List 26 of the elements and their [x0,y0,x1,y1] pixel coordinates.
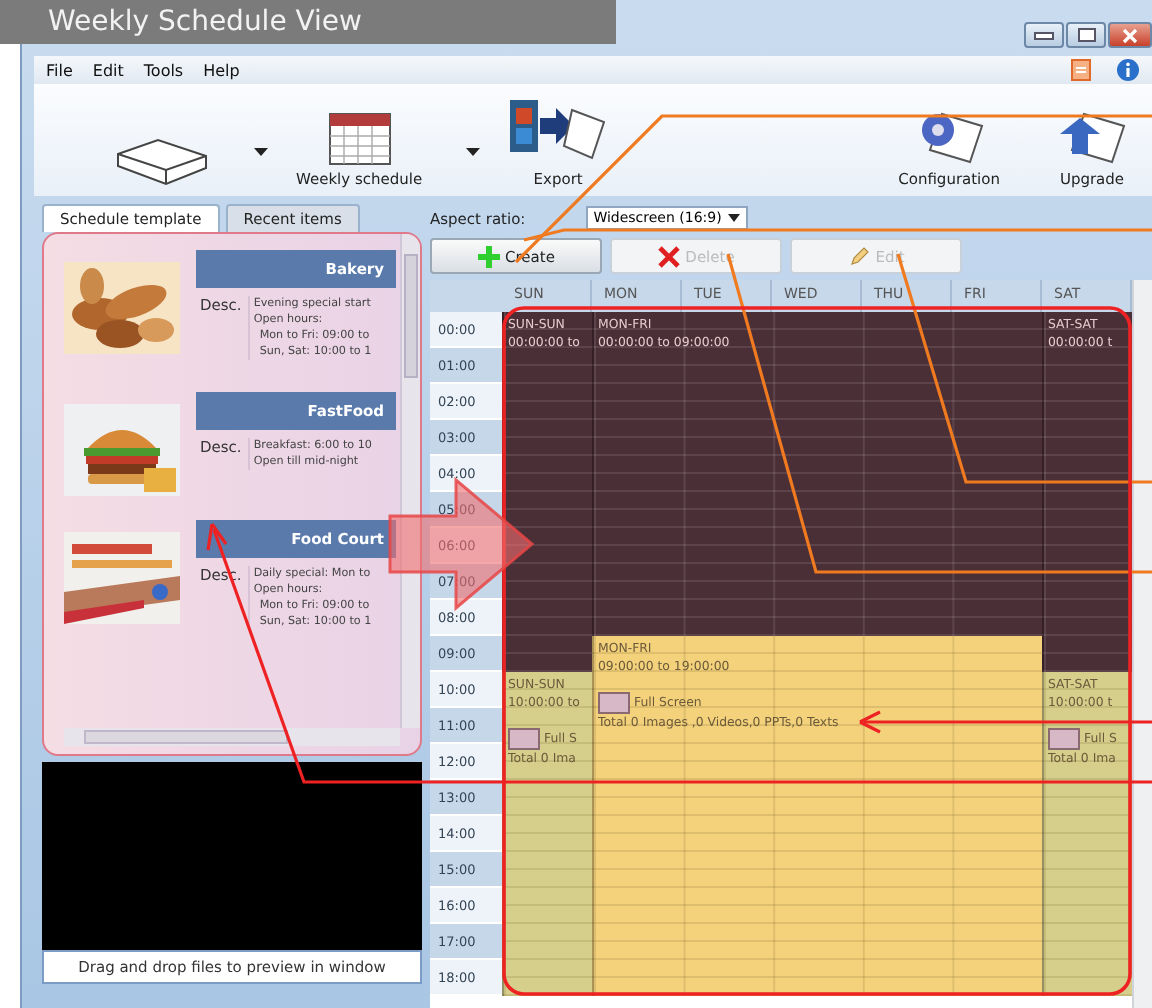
menu-item[interactable]: Help [203,61,240,79]
scrollbar[interactable] [400,234,420,728]
scrollbar[interactable] [64,728,400,746]
plus-icon [477,245,500,267]
close-button[interactable] [1108,22,1152,48]
delete-icon [657,245,680,267]
caret-icon[interactable] [254,148,268,156]
maximize-button[interactable] [1066,22,1106,48]
menu-item[interactable]: File [46,61,73,79]
caret-icon[interactable] [466,148,481,156]
minimize-button[interactable] [1024,22,1064,48]
screen-thumbnail-icon [598,692,630,714]
info-icon[interactable] [1116,58,1140,82]
caret-icon [727,214,740,222]
calendar-icon [327,110,392,166]
scrollbar[interactable] [1132,280,1152,1008]
screen-thumbnail-icon [508,728,540,750]
menu-item[interactable]: Tools [143,61,184,79]
menu-item[interactable]: Edit [92,61,124,79]
grid-corner [430,280,502,312]
banner-title: Weekly Schedule View [48,6,362,38]
close-icon [1122,27,1138,43]
screen-thumbnail-icon [1048,728,1080,750]
document-icon[interactable] [1070,58,1092,82]
pencil-icon [847,245,870,267]
device-icon [114,136,210,188]
